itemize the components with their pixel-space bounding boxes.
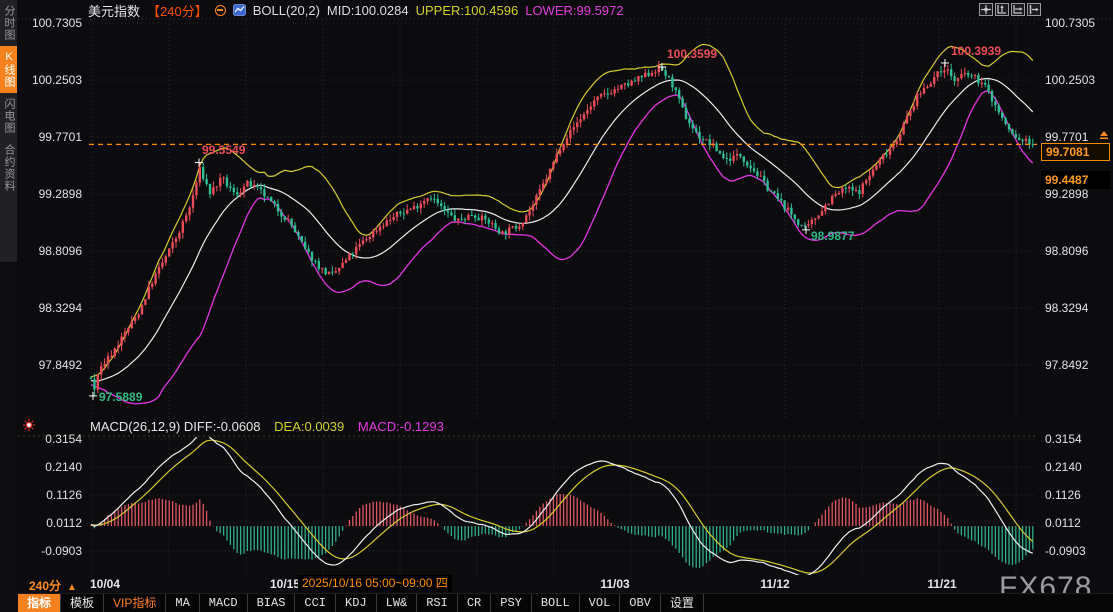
macd-header: MACD(26,12,9) DIFF:-0.0608 DEA:0.0039 MA… [90, 419, 444, 434]
date-label: 11/21 [927, 577, 956, 591]
toolbar-item[interactable]: MA [166, 594, 199, 612]
indicator-toolbar: 指标模板VIP指标MAMACDBIASCCIKDJLW&RSICRPSYBOLL… [18, 593, 1113, 612]
chart-canvas[interactable] [0, 0, 1113, 612]
date-label: 10/04 [90, 577, 120, 591]
price-extreme-label: 99.5549 [202, 143, 245, 157]
price-extreme-label: 100.3939 [951, 44, 1001, 58]
toolbar-item[interactable]: 指标 [18, 594, 61, 612]
toolbar-item[interactable]: KDJ [336, 594, 377, 612]
collapse-icon[interactable] [215, 5, 226, 16]
price-tick-label: 97.8492 [1045, 358, 1088, 372]
tab-candle-chart[interactable]: K线图 [0, 46, 17, 93]
chart-header: 美元指数 【240分】 BOLL(20,2) MID:100.0284 UPPE… [88, 2, 624, 18]
zoom-y-tool-icon[interactable] [995, 3, 1009, 16]
toolbar-item[interactable]: OBV [620, 594, 661, 612]
macd-tick-label: 0.3154 [18, 432, 82, 446]
last-price-badge: 99.7081 [1041, 143, 1110, 161]
price-tick-label: 100.2503 [1045, 73, 1095, 87]
time-range-tooltip: 2025/10/16 05:00~09:00 四 [298, 575, 452, 592]
prev-price-badge: 99.4487 [1041, 171, 1110, 189]
price-extreme-label: 98.9877 [811, 229, 854, 243]
macd-tick-label: 0.2140 [1045, 460, 1082, 474]
tab-lightning-chart[interactable]: 闪电图 [0, 93, 17, 139]
alert-icon[interactable] [23, 419, 35, 431]
macd-bar-value: MACD:-0.1293 [358, 419, 444, 434]
toolbar-item[interactable]: CR [458, 594, 491, 612]
toolbar-item[interactable]: BIAS [248, 594, 296, 612]
chart-tool-group [979, 3, 1041, 16]
left-tab-rail: 分时图 K线图 闪电图 合约资料 [0, 0, 17, 612]
price-tick-label: 100.7305 [18, 16, 82, 30]
price-up-arrow-icon [1099, 131, 1109, 141]
macd-tick-label: 0.1126 [1045, 488, 1081, 502]
toolbar-item[interactable]: LW& [377, 594, 418, 612]
price-tick-label: 99.2898 [18, 187, 82, 201]
toolbar-item[interactable]: VOL [580, 594, 621, 612]
timeframe-selector[interactable]: 240分 ▲ [29, 577, 77, 594]
macd-tick-label: -0.0903 [1045, 544, 1086, 558]
macd-tick-label: -0.0903 [18, 544, 82, 558]
price-tick-label: 98.8096 [1045, 244, 1088, 258]
macd-tick-label: 0.1126 [18, 488, 82, 502]
zoom-x-tool-icon[interactable] [1011, 3, 1025, 16]
price-tick-label: 98.8096 [18, 244, 82, 258]
toolbar-item[interactable]: MACD [200, 594, 248, 612]
boll-mid-value: MID:100.0284 [327, 3, 409, 18]
price-tick-label: 98.3294 [18, 301, 82, 315]
timeframe-label: 【240分】 [147, 1, 208, 20]
chart-type-icon [233, 4, 246, 16]
price-extreme-label: 100.3599 [667, 47, 717, 61]
macd-dea-value: DEA:0.0039 [274, 419, 344, 434]
symbol-title: 美元指数 [88, 1, 140, 20]
toolbar-item[interactable]: 设置 [661, 594, 704, 612]
price-tick-label: 99.7701 [1045, 130, 1088, 144]
macd-tick-label: 0.2140 [18, 460, 82, 474]
boll-lower-value: LOWER:99.5972 [525, 3, 623, 18]
boll-name-label: BOLL(20,2) [253, 3, 320, 18]
toolbar-item[interactable]: PSY [491, 594, 532, 612]
expand-triangle-icon: ▲ [67, 582, 77, 593]
boll-upper-value: UPPER:100.4596 [416, 3, 519, 18]
price-tick-label: 98.3294 [1045, 301, 1088, 315]
toolbar-item[interactable]: BOLL [532, 594, 580, 612]
toolbar-item[interactable]: VIP指标 [104, 594, 166, 612]
price-extreme-label: 97.5889 [99, 390, 142, 404]
timeframe-value: 240分 [29, 579, 61, 593]
tab-time-chart[interactable]: 分时图 [0, 0, 17, 46]
toolbar-item[interactable]: CCI [295, 594, 336, 612]
macd-tick-label: 0.3154 [1045, 432, 1082, 446]
date-label: 10/15 [270, 577, 300, 591]
price-tick-label: 100.7305 [1045, 16, 1095, 30]
date-label: 11/03 [600, 577, 629, 591]
tab-contract-info[interactable]: 合约资料 [0, 139, 17, 197]
price-tick-label: 99.7701 [18, 130, 82, 144]
crosshair-tool-icon[interactable] [979, 3, 993, 16]
price-tick-label: 97.8492 [18, 358, 82, 372]
toolbar-item[interactable]: 模板 [61, 594, 104, 612]
date-label: 11/12 [760, 577, 789, 591]
macd-diff-value: MACD(26,12,9) DIFF:-0.0608 [90, 419, 261, 434]
trading-terminal-window: 分时图 K线图 闪电图 合约资料 美元指数 【240分】 BOLL(20,2) … [0, 0, 1113, 612]
price-tick-label: 99.2898 [1045, 187, 1088, 201]
pan-right-tool-icon[interactable] [1027, 3, 1041, 16]
macd-tick-label: 0.0112 [18, 516, 82, 530]
price-tick-label: 100.2503 [18, 73, 82, 87]
toolbar-item[interactable]: RSI [417, 594, 458, 612]
macd-tick-label: 0.0112 [1045, 516, 1081, 530]
